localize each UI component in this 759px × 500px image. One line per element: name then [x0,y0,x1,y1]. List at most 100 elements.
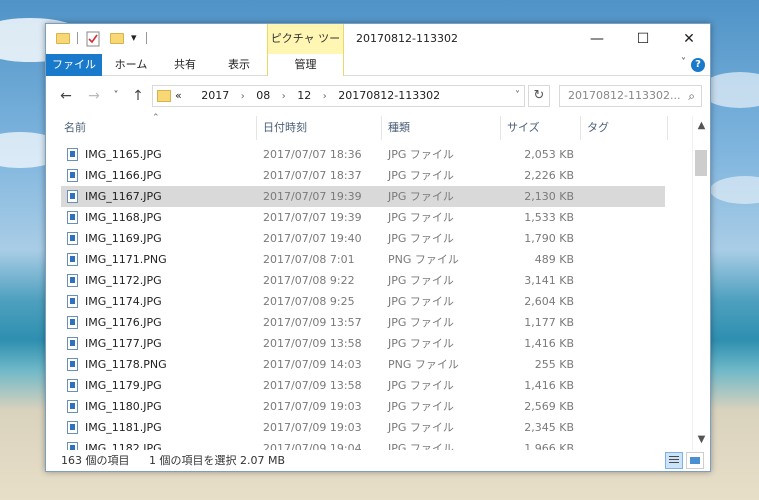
column-header-type[interactable]: 種類 [382,116,500,140]
list-item[interactable]: IMG_1169.JPG 2017/07/07 19:40 JPG ファイル 1… [61,228,665,249]
search-icon[interactable]: ⌕ [688,86,695,106]
file-date: 2017/07/09 14:03 [263,358,362,371]
file-date: 2017/07/09 19:03 [263,400,362,413]
file-name: IMG_1171.PNG [85,253,167,266]
large-icons-view-button[interactable] [686,452,704,469]
file-date: 2017/07/09 19:04 [263,442,362,450]
list-item[interactable]: IMG_1181.JPG 2017/07/09 19:03 JPG ファイル 2… [61,417,665,438]
scroll-thumb[interactable] [695,150,707,176]
vertical-scrollbar[interactable]: ▲ ▼ [692,116,710,450]
list-item[interactable]: IMG_1172.JPG 2017/07/08 9:22 JPG ファイル 3,… [61,270,665,291]
list-item[interactable]: IMG_1182.JPG 2017/07/09 19:04 JPG ファイル 1… [61,438,665,450]
column-header-row: ⌃ 名前 日付時刻 種類 サイズ タグ [46,113,692,140]
file-size: 1,966 KB [524,442,574,450]
list-item[interactable]: IMG_1177.JPG 2017/07/09 13:58 JPG ファイル 1… [61,333,665,354]
list-item[interactable]: IMG_1165.JPG 2017/07/07 18:36 JPG ファイル 2… [61,144,665,165]
details-view-icon [669,456,679,465]
scroll-down-icon[interactable]: ▼ [693,432,710,448]
refresh-button[interactable]: ↻ [528,85,550,107]
breadcrumb-item[interactable]: 2017 [201,89,229,102]
minimize-button[interactable]: — [574,24,620,54]
properties-icon[interactable] [86,31,100,47]
list-item[interactable]: IMG_1166.JPG 2017/07/07 18:37 JPG ファイル 2… [61,165,665,186]
file-type: JPG ファイル [388,232,454,245]
column-divider[interactable] [667,116,668,140]
file-name: IMG_1168.JPG [85,211,162,224]
image-file-icon [67,358,78,371]
list-item[interactable]: IMG_1174.JPG 2017/07/08 9:25 JPG ファイル 2,… [61,291,665,312]
image-file-icon [67,148,78,161]
large-icons-view-icon [690,457,700,464]
file-size: 1,416 KB [524,379,574,392]
breadcrumb-item[interactable]: 20170812-113302 [338,89,440,102]
up-button[interactable]: ↑ [128,86,148,106]
list-item[interactable]: IMG_1171.PNG 2017/07/08 7:01 PNG ファイル 48… [61,249,665,270]
column-header-name[interactable]: 名前 [58,116,256,140]
list-item-selected[interactable]: IMG_1167.JPG 2017/07/07 19:39 JPG ファイル 2… [61,186,665,207]
image-file-icon [67,337,78,350]
ribbon-tab-bar: ファイル ホーム 共有 表示 管理 ˅ ? [46,54,710,76]
column-header-size[interactable]: サイズ [501,116,580,140]
file-date: 2017/07/07 18:37 [263,169,362,182]
search-input[interactable]: 20170812-113302... ⌕ [559,85,702,107]
breadcrumb-item[interactable]: 12 [297,89,311,102]
forward-button[interactable]: → [84,86,104,106]
tab-home[interactable]: ホーム [106,54,156,76]
file-size: 1,416 KB [524,337,574,350]
folder-icon[interactable] [56,33,70,44]
list-item[interactable]: IMG_1168.JPG 2017/07/07 19:39 JPG ファイル 1… [61,207,665,228]
file-size: 3,141 KB [524,274,574,287]
status-bar: 163 個の項目 1 個の項目を選択 2.07 MB [46,450,710,471]
recent-locations-icon[interactable]: ˅ [106,86,126,106]
window-title: 20170812-113302 [356,32,458,45]
file-type: JPG ファイル [388,400,454,413]
customize-qa-dropdown-icon[interactable]: ▾ [131,31,137,47]
list-item[interactable]: IMG_1180.JPG 2017/07/09 19:03 JPG ファイル 2… [61,396,665,417]
file-date: 2017/07/08 9:25 [263,295,355,308]
address-bar[interactable]: « 2017 › 08 › 12 › 20170812-113302 ˅ [152,85,525,107]
file-name: IMG_1165.JPG [85,148,162,161]
file-name: IMG_1166.JPG [85,169,162,182]
back-button[interactable]: ← [56,86,76,106]
file-size: 2,226 KB [524,169,574,182]
list-item[interactable]: IMG_1176.JPG 2017/07/09 13:57 JPG ファイル 1… [61,312,665,333]
file-date: 2017/07/08 9:22 [263,274,355,287]
breadcrumb-overflow[interactable]: « [175,89,182,102]
help-icon[interactable]: ? [691,58,705,72]
list-item[interactable]: IMG_1178.PNG 2017/07/09 14:03 PNG ファイル 2… [61,354,665,375]
file-name: IMG_1181.JPG [85,421,162,434]
folder-icon [157,90,171,102]
breadcrumb-item[interactable]: 08 [256,89,270,102]
details-view-button[interactable] [665,452,683,469]
image-file-icon [67,169,78,182]
file-name: IMG_1182.JPG [85,442,162,450]
image-file-icon [67,400,78,413]
new-folder-icon[interactable] [110,33,124,44]
file-name: IMG_1172.JPG [85,274,162,287]
tab-manage[interactable]: 管理 [267,54,344,76]
file-name: IMG_1178.PNG [85,358,167,371]
tab-share[interactable]: 共有 [160,54,210,76]
file-name: IMG_1174.JPG [85,295,162,308]
file-size: 2,053 KB [524,148,574,161]
tab-file[interactable]: ファイル [46,54,102,76]
selection-info: 1 個の項目を選択 2.07 MB [149,454,286,467]
file-size: 489 KB [534,253,574,266]
list-item[interactable]: IMG_1179.JPG 2017/07/09 13:58 JPG ファイル 1… [61,375,665,396]
navigation-bar: ← → ˅ ↑ « 2017 › 08 › 12 › 20170812-1133… [46,76,710,116]
item-count: 163 個の項目 [61,454,130,467]
tab-view[interactable]: 表示 [214,54,264,76]
expand-ribbon-icon[interactable]: ˅ [681,57,686,68]
file-size: 1,790 KB [524,232,574,245]
column-header-date[interactable]: 日付時刻 [257,116,381,140]
scroll-up-icon[interactable]: ▲ [693,118,710,134]
file-size: 1,177 KB [524,316,574,329]
close-button[interactable]: ✕ [666,24,712,54]
column-header-tag[interactable]: タグ [581,116,667,140]
file-date: 2017/07/07 19:40 [263,232,362,245]
file-size: 2,345 KB [524,421,574,434]
file-date: 2017/07/08 7:01 [263,253,355,266]
image-file-icon [67,253,78,266]
maximize-button[interactable]: ☐ [620,24,666,54]
address-dropdown-icon[interactable]: ˅ [515,86,520,106]
